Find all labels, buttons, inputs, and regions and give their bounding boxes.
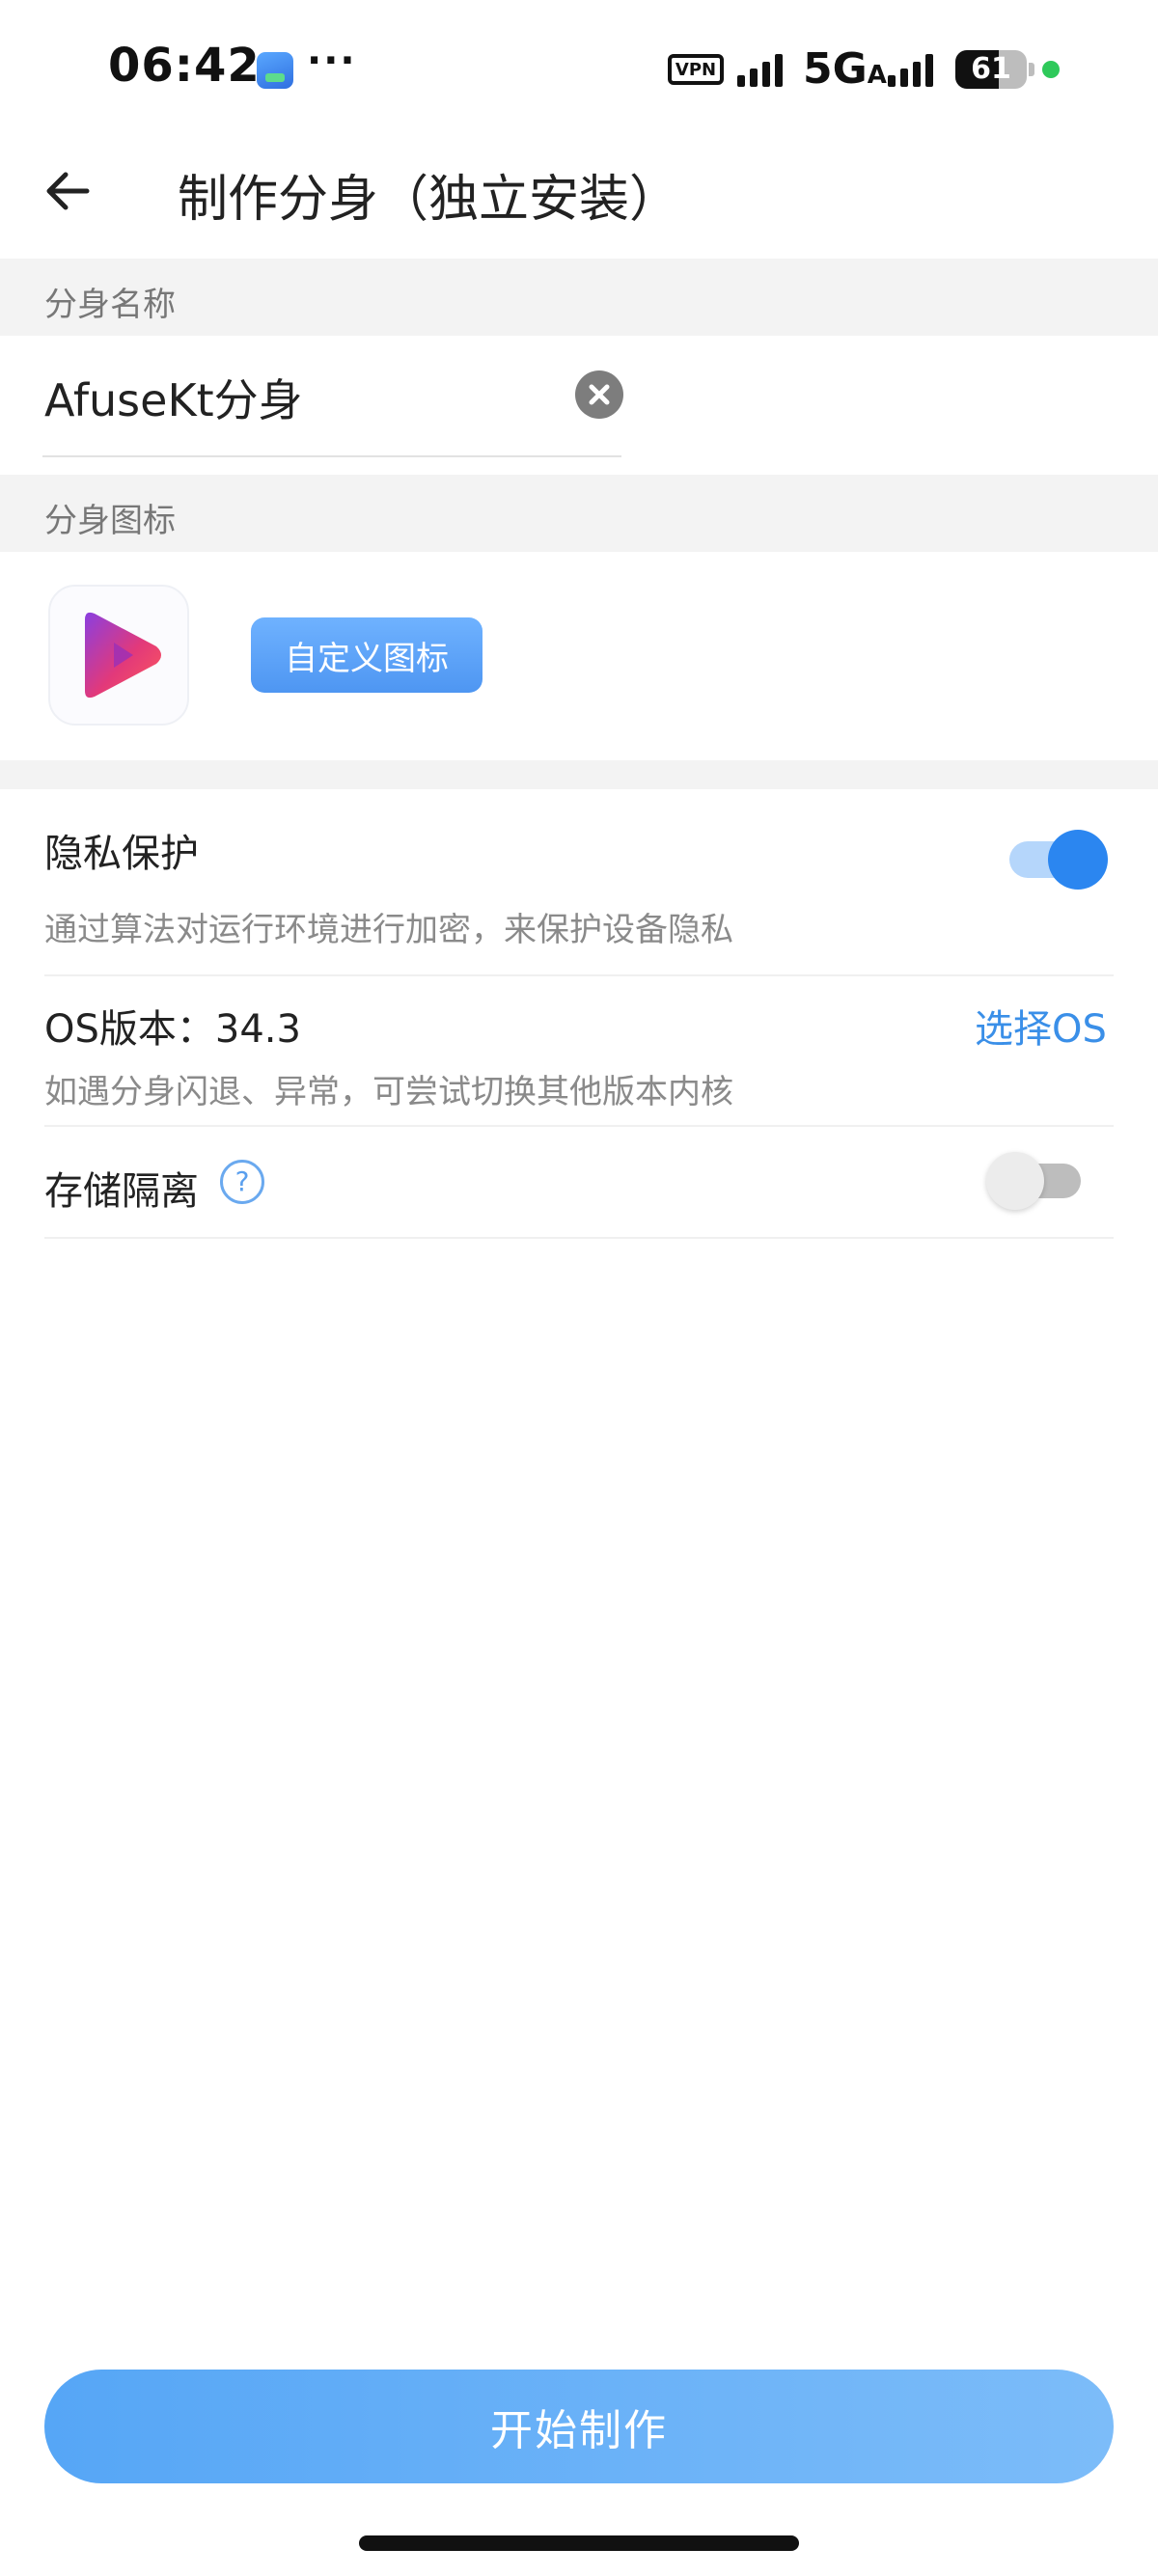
os-version-title: OS版本：34.3 [44, 1007, 301, 1052]
home-indicator [359, 2535, 799, 2551]
toggle-knob [1048, 830, 1108, 890]
clone-app-icon [48, 585, 189, 726]
name-section-label: 分身名称 [44, 286, 176, 324]
notification-app-icon [257, 52, 293, 89]
row-divider [44, 1125, 1114, 1127]
status-time: 06:42 [108, 39, 261, 93]
custom-icon-button[interactable]: 自定义图标 [251, 617, 482, 693]
storage-isolation-toggle[interactable] [986, 1152, 1083, 1210]
start-create-button[interactable]: 开始制作 [44, 2370, 1114, 2483]
signal-icon-secondary [888, 54, 933, 87]
icon-section-label: 分身图标 [44, 502, 176, 540]
privacy-title: 隐私保护 [44, 832, 199, 876]
vpn-icon: VPN [668, 54, 724, 85]
battery-level: 61 [971, 52, 1011, 86]
section-divider [0, 760, 1158, 789]
battery-icon: 61 [955, 50, 1027, 89]
battery-tip [1029, 63, 1034, 76]
clear-icon[interactable] [575, 370, 623, 419]
arrow-left-icon[interactable] [39, 162, 96, 220]
privacy-toggle[interactable] [1009, 830, 1108, 890]
name-section-header: 分身名称 [0, 259, 1158, 336]
help-icon[interactable]: ? [220, 1160, 264, 1204]
row-divider [44, 974, 1114, 976]
select-os-link[interactable]: 选择OS [975, 998, 1107, 1054]
icon-section-header: 分身图标 [0, 475, 1158, 552]
network-type: 5GA [803, 44, 887, 94]
more-notifications-icon: ··· [307, 39, 357, 83]
signal-icon [737, 54, 783, 87]
row-divider [44, 1237, 1114, 1239]
clone-name-input[interactable] [44, 365, 565, 430]
input-underline [42, 455, 621, 457]
toggle-knob [986, 1152, 1044, 1210]
privacy-indicator-dot [1042, 61, 1060, 78]
page-title: 制作分身（独立安装） [178, 171, 680, 229]
storage-isolation-title: 存储隔离 [44, 1169, 199, 1214]
os-description: 如遇分身闪退、异常，可尝试切换其他版本内核 [44, 1073, 733, 1111]
play-logo-icon [85, 612, 161, 699]
privacy-description: 通过算法对运行环境进行加密，来保护设备隐私 [44, 911, 733, 949]
